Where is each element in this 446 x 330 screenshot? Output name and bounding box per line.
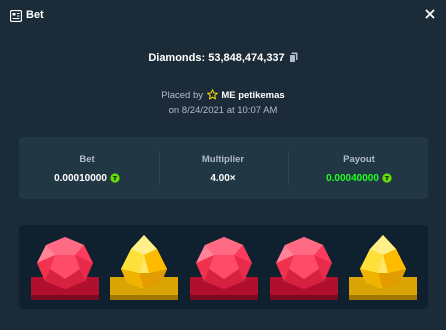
payout-value-row: 0.00040000 ₮: [291, 173, 427, 184]
star-icon: [206, 89, 218, 100]
multiplier-stat: Multiplier 4.00×: [155, 137, 291, 199]
svg-text:₮: ₮: [385, 174, 390, 182]
coin-icon: ₮: [110, 173, 120, 183]
close-icon[interactable]: [424, 8, 436, 20]
game-id-label: Diamonds: 53,848,474,337: [148, 52, 285, 64]
username-link[interactable]: ME petikemas: [221, 90, 284, 101]
payout-stat: Payout 0.00040000 ₮: [291, 137, 427, 199]
placed-by-label: Placed by: [161, 90, 204, 101]
multiplier-value: 4.00×: [210, 173, 236, 184]
ruby-gem-icon: [190, 237, 258, 300]
topaz-gem-icon: [110, 235, 178, 300]
modal-header: Bet: [0, 0, 446, 32]
bet-slip-icon: [10, 10, 22, 22]
stat-divider: [288, 151, 289, 185]
topaz-gem-icon: [349, 235, 417, 300]
payout-value: 0.00040000: [326, 173, 379, 184]
bet-label: Bet: [79, 154, 95, 165]
gem-board: [19, 225, 428, 309]
bet-date: on 8/24/2021 at 10:07 AM: [168, 105, 278, 116]
placed-by: Placed by ME petikemas: [0, 89, 446, 101]
bet-value-row: 0.00010000 ₮: [19, 173, 155, 184]
ruby-gem-icon: [31, 237, 99, 300]
payout-label: Payout: [343, 154, 375, 165]
bet-stats-panel: Bet 0.00010000 ₮ Multiplier 4.00× Payout…: [19, 137, 428, 199]
bet-stat: Bet 0.00010000 ₮: [19, 137, 155, 199]
game-id: Diamonds: 53,848,474,337: [0, 52, 446, 64]
coin-icon: ₮: [382, 173, 392, 183]
modal-title: Bet: [26, 9, 44, 21]
bet-value: 0.00010000: [54, 173, 107, 184]
multiplier-label: Multiplier: [201, 154, 245, 165]
svg-text:₮: ₮: [113, 174, 118, 182]
copy-icon[interactable]: [288, 52, 298, 63]
ruby-gem-icon: [270, 237, 338, 300]
